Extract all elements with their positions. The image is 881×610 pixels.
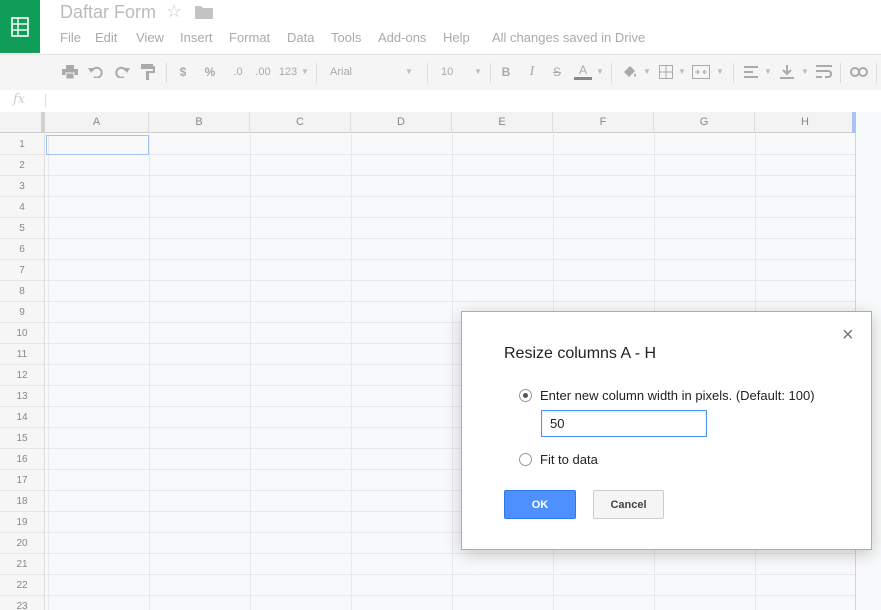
chevron-down-icon: ▼	[801, 67, 809, 76]
chevron-down-icon: ▼	[643, 67, 651, 76]
row-header[interactable]: 10	[0, 323, 45, 344]
menu-help[interactable]: Help	[443, 30, 470, 45]
radio-fit-to-data[interactable]	[519, 453, 532, 466]
row-header[interactable]: 18	[0, 491, 45, 512]
dialog-title: Resize columns A - H	[504, 345, 657, 362]
italic-button[interactable]: I	[525, 63, 539, 81]
toolbar: $ % .0 .00 123 ▼ Arial ▼ 10 ▼ B I S A ▼ …	[0, 54, 881, 92]
sheets-logo-icon[interactable]	[0, 0, 40, 53]
ok-button[interactable]: OK	[504, 490, 576, 519]
menu-addons[interactable]: Add-ons	[378, 30, 426, 45]
pixel-width-label[interactable]: Enter new column width in pixels. (Defau…	[540, 388, 815, 403]
column-header-g[interactable]: G	[654, 112, 755, 133]
column-resize-handle[interactable]	[852, 112, 856, 133]
radio-pixel-width[interactable]	[519, 389, 532, 402]
row-header[interactable]: 1	[0, 134, 45, 155]
font-family-select[interactable]: Arial	[330, 63, 390, 81]
fill-color-icon[interactable]	[622, 64, 638, 80]
resize-columns-dialog: × Resize columns A - H Enter new column …	[461, 311, 872, 550]
column-header-e[interactable]: E	[452, 112, 553, 133]
percent-format-button[interactable]: %	[201, 63, 219, 81]
chevron-down-icon: ▼	[678, 67, 686, 76]
menu-file[interactable]: File	[60, 30, 81, 45]
chevron-down-icon: ▼	[716, 67, 724, 76]
row-header[interactable]: 7	[0, 260, 45, 281]
select-all-corner[interactable]	[0, 112, 45, 133]
valign-icon[interactable]	[780, 65, 794, 79]
app-header: Daftar Form ☆ File Edit View Insert Form…	[0, 0, 881, 54]
menu-view[interactable]: View	[136, 30, 164, 45]
column-header-f[interactable]: F	[553, 112, 654, 133]
document-title[interactable]: Daftar Form	[60, 2, 156, 23]
row-header[interactable]: 20	[0, 533, 45, 554]
row-header[interactable]: 6	[0, 239, 45, 260]
chevron-down-icon: ▼	[301, 67, 309, 76]
row-header[interactable]: 3	[0, 176, 45, 197]
row-header[interactable]: 16	[0, 449, 45, 470]
merge-cells-icon[interactable]	[692, 65, 710, 79]
row-header[interactable]: 21	[0, 554, 45, 575]
strikethrough-button[interactable]: S	[550, 63, 564, 81]
row-header[interactable]: 8	[0, 281, 45, 302]
row-header[interactable]: 23	[0, 596, 45, 610]
row-header[interactable]: 9	[0, 302, 45, 323]
menu-format[interactable]: Format	[229, 30, 270, 45]
row-header[interactable]: 2	[0, 155, 45, 176]
borders-icon[interactable]	[659, 65, 673, 79]
row-header[interactable]: 19	[0, 512, 45, 533]
bold-button[interactable]: B	[499, 63, 513, 81]
more-formats-button[interactable]: 123	[277, 63, 299, 81]
chevron-down-icon: ▼	[405, 67, 413, 76]
menu-data[interactable]: Data	[287, 30, 314, 45]
align-icon[interactable]	[744, 66, 758, 78]
row-header[interactable]: 13	[0, 386, 45, 407]
save-status: All changes saved in Drive	[492, 30, 646, 45]
link-icon[interactable]	[850, 67, 868, 77]
folder-icon[interactable]	[195, 5, 213, 19]
row-header[interactable]: 22	[0, 575, 45, 596]
decrease-decimals-button[interactable]: .0	[227, 63, 249, 81]
column-header-a[interactable]: A	[45, 112, 149, 133]
column-width-input[interactable]	[541, 410, 707, 437]
chevron-down-icon: ▼	[474, 67, 482, 76]
star-icon[interactable]: ☆	[166, 1, 182, 22]
close-icon[interactable]: ×	[842, 324, 854, 347]
menu-edit[interactable]: Edit	[95, 30, 117, 45]
column-header-c[interactable]: C	[250, 112, 351, 133]
text-color-button[interactable]: A	[574, 63, 592, 80]
font-size-select[interactable]: 10	[441, 63, 461, 81]
column-header-b[interactable]: B	[149, 112, 250, 133]
row-header[interactable]: 14	[0, 407, 45, 428]
currency-format-button[interactable]: $	[176, 63, 190, 81]
column-header-h[interactable]: H	[755, 112, 856, 133]
chevron-down-icon: ▼	[764, 67, 772, 76]
redo-icon[interactable]	[114, 66, 130, 78]
paint-format-icon[interactable]	[141, 64, 155, 80]
radio-selected-dot	[523, 393, 528, 398]
row-header[interactable]: 12	[0, 365, 45, 386]
formula-input[interactable]	[52, 93, 852, 109]
row-header[interactable]: 15	[0, 428, 45, 449]
row-header[interactable]: 5	[0, 218, 45, 239]
menu-tools[interactable]: Tools	[331, 30, 361, 45]
undo-icon[interactable]	[88, 66, 104, 78]
menu-insert[interactable]: Insert	[180, 30, 213, 45]
active-cell-a1[interactable]	[46, 135, 149, 155]
row-header[interactable]: 11	[0, 344, 45, 365]
cancel-button[interactable]: Cancel	[593, 490, 664, 519]
column-header-d[interactable]: D	[351, 112, 452, 133]
print-icon[interactable]	[62, 65, 78, 79]
formula-bar: fx	[0, 90, 881, 113]
wrap-icon[interactable]	[816, 65, 832, 79]
fx-icon: fx	[13, 92, 26, 107]
fit-to-data-label[interactable]: Fit to data	[540, 452, 598, 467]
chevron-down-icon: ▼	[596, 67, 604, 76]
increase-decimals-button[interactable]: .00	[252, 63, 274, 81]
row-header[interactable]: 17	[0, 470, 45, 491]
row-header[interactable]: 4	[0, 197, 45, 218]
